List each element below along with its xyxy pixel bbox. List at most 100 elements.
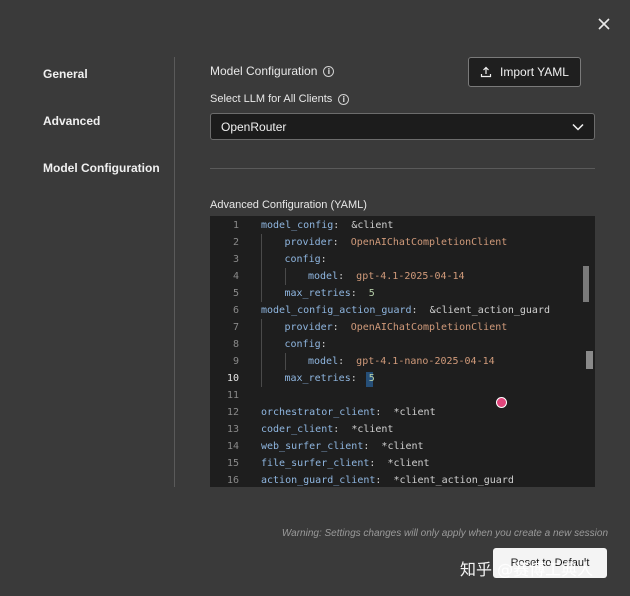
yaml-key: web_surfer_client <box>261 441 364 452</box>
yaml-line: 7 provider: OpenAIChatCompletionClient <box>210 319 580 336</box>
yaml-code: model: gpt-4.1-nano-2025-04-14 <box>308 356 495 367</box>
cursor-indicator <box>496 397 507 408</box>
yaml-value: 5 <box>368 373 375 384</box>
section-divider <box>210 168 595 169</box>
line-number: 13 <box>226 424 239 435</box>
indent-guide <box>261 285 262 302</box>
yaml-key: model_config <box>261 220 334 231</box>
yaml-value: &client <box>351 220 394 231</box>
yaml-code: action_guard_client: *client_action_guar… <box>261 475 514 486</box>
indent-guide <box>261 353 262 370</box>
yaml-line: 12 orchestrator_client: *client <box>210 404 580 421</box>
yaml-line: 11 <box>210 387 580 404</box>
line-number: 8 <box>232 339 239 350</box>
yaml-key: config <box>284 339 321 350</box>
yaml-line: 13 coder_client: *client <box>210 421 580 438</box>
nav-item-model-configuration[interactable]: Model Configuration <box>43 161 160 175</box>
nav-item-general[interactable]: General <box>43 67 88 81</box>
yaml-key: file_surfer_client <box>261 458 370 469</box>
yaml-code: coder_client: *client <box>261 424 394 435</box>
yaml-value: *client <box>393 407 436 418</box>
indent-guide <box>261 268 262 285</box>
yaml-value: OpenAIChatCompletionClient <box>350 237 508 248</box>
line-number: 7 <box>232 322 239 333</box>
yaml-line: 16 action_guard_client: *client_action_gu… <box>210 472 580 487</box>
line-number: 10 <box>226 373 239 384</box>
line-number: 15 <box>226 458 239 469</box>
editor-scrollbar[interactable] <box>583 266 589 302</box>
yaml-code: model_config_action_guard: &client_actio… <box>261 305 550 316</box>
llm-select[interactable]: OpenRouter <box>210 113 595 140</box>
yaml-line: 5 max_retries: 5 <box>210 285 580 302</box>
yaml-key: provider <box>284 237 333 248</box>
indent-guide <box>284 268 286 285</box>
indent-guide <box>284 353 286 370</box>
indent-guide <box>261 319 262 336</box>
yaml-line: 2 provider: OpenAIChatCompletionClient <box>210 234 580 251</box>
chevron-down-icon <box>572 123 584 131</box>
section-title-text: Model Configuration <box>210 64 318 78</box>
line-number: 1 <box>232 220 239 231</box>
info-icon[interactable]: i <box>323 65 335 77</box>
yaml-key: action_guard_client <box>261 475 376 486</box>
line-number: 3 <box>232 254 239 265</box>
line-number: 9 <box>232 356 239 367</box>
yaml-code: model_config: &client <box>261 220 394 231</box>
yaml-editor[interactable]: 1 model_config: &client 2 provider: OpenAIC… <box>210 216 595 487</box>
indent-guide <box>261 370 262 387</box>
yaml-key: provider <box>284 322 333 333</box>
yaml-code: orchestrator_client: *client <box>261 407 436 418</box>
yaml-key: model <box>308 271 339 282</box>
yaml-code: max_retries: 5 <box>284 373 375 384</box>
llm-select-value: OpenRouter <box>221 119 287 134</box>
nav-item-advanced[interactable]: Advanced <box>43 114 100 128</box>
line-number: 2 <box>232 237 239 248</box>
yaml-key: model_config_action_guard <box>261 305 412 316</box>
yaml-value: gpt-4.1-2025-04-14 <box>356 271 465 282</box>
yaml-code: provider: OpenAIChatCompletionClient <box>284 237 508 248</box>
yaml-value: 5 <box>368 288 375 299</box>
info-icon[interactable]: i <box>338 93 350 105</box>
yaml-key: max_retries <box>284 288 351 299</box>
yaml-key: max_retries <box>284 373 351 384</box>
yaml-value: OpenAIChatCompletionClient <box>350 322 508 333</box>
line-number: 5 <box>232 288 239 299</box>
yaml-key: model <box>308 356 339 367</box>
llm-select-label-text: Select LLM for All Clients <box>210 93 333 105</box>
yaml-line: 4 model: gpt-4.1-2025-04-14 <box>210 268 580 285</box>
import-yaml-label: Import YAML <box>500 65 569 79</box>
indent-guide <box>261 336 262 353</box>
line-number: 12 <box>226 407 239 418</box>
yaml-code: config: <box>284 339 339 350</box>
yaml-key: config <box>284 254 321 265</box>
yaml-line: 14 web_surfer_client: *client <box>210 438 580 455</box>
line-number: 6 <box>232 305 239 316</box>
yaml-value: gpt-4.1-nano-2025-04-14 <box>356 356 495 367</box>
yaml-value: *client_action_guard <box>393 475 514 486</box>
yaml-line: 9 model: gpt-4.1-nano-2025-04-14 <box>210 353 580 370</box>
upload-icon <box>480 66 492 78</box>
yaml-value: *client <box>387 458 430 469</box>
yaml-value: *client <box>381 441 424 452</box>
close-icon <box>598 18 610 30</box>
llm-select-label: Select LLM for All Clients i <box>210 93 350 105</box>
line-number: 11 <box>226 390 239 401</box>
yaml-value: *client <box>351 424 394 435</box>
yaml-code: model: gpt-4.1-2025-04-14 <box>308 271 465 282</box>
yaml-code: web_surfer_client: *client <box>261 441 424 452</box>
yaml-key: orchestrator_client <box>261 407 376 418</box>
yaml-line: 3 config: <box>210 251 580 268</box>
scrollbar-marker <box>586 351 593 369</box>
watermark: 知乎 @赛博工典人 <box>460 560 594 579</box>
yaml-key: coder_client <box>261 424 334 435</box>
yaml-line: 6 model_config_action_guard: &client_acti… <box>210 302 580 319</box>
close-button[interactable] <box>594 14 614 34</box>
yaml-value: &client_action_guard <box>429 305 550 316</box>
line-number: 4 <box>232 271 239 282</box>
yaml-label: Advanced Configuration (YAML) <box>210 199 367 211</box>
indent-guide <box>261 251 262 268</box>
indent-guide <box>261 234 262 251</box>
import-yaml-button[interactable]: Import YAML <box>468 57 581 87</box>
line-number: 16 <box>226 475 239 486</box>
section-title: Model Configuration i <box>210 64 335 78</box>
